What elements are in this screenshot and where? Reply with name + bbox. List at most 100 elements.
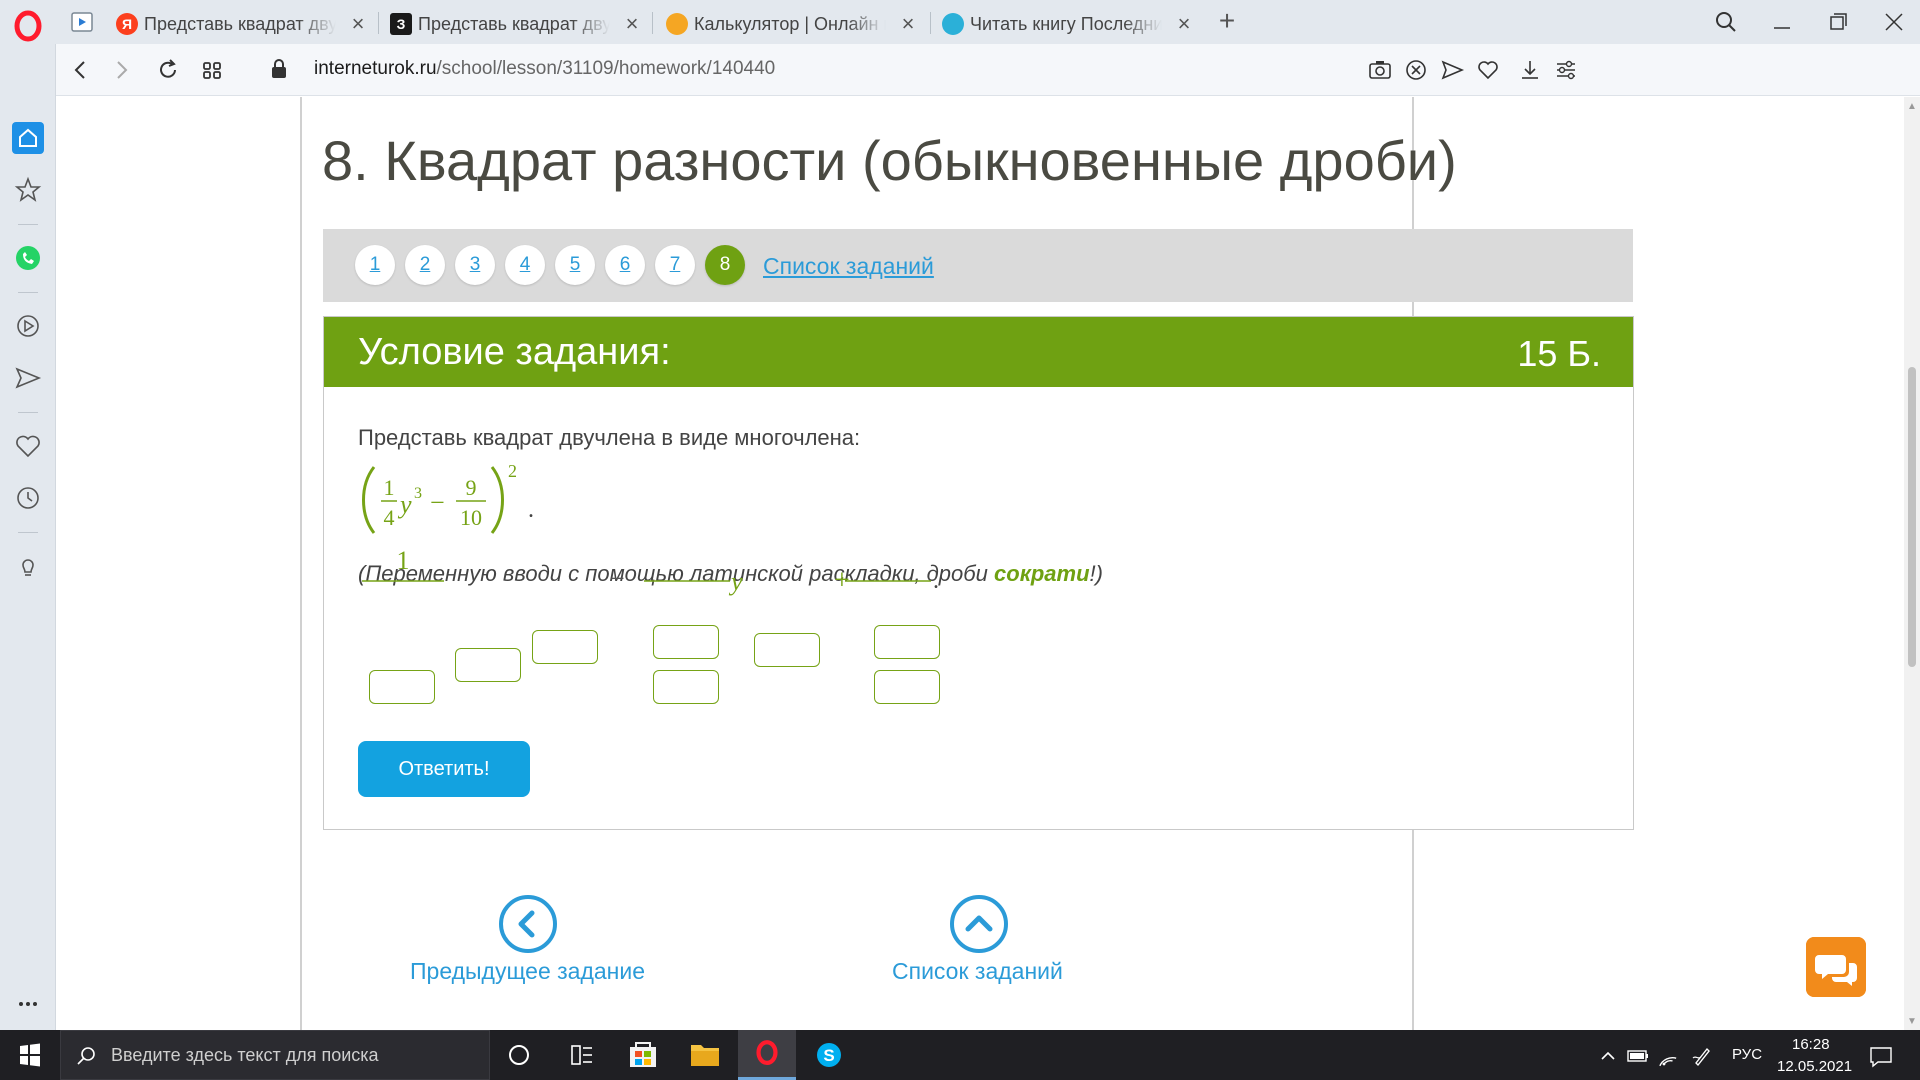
show-hidden-icons-chevron-icon[interactable] [1598, 1044, 1618, 1068]
tab-close-icon[interactable]: × [898, 11, 918, 37]
task-link-4[interactable]: 4 [505, 245, 545, 285]
close-window-icon[interactable] [1874, 8, 1914, 36]
back-icon[interactable] [64, 54, 96, 86]
hint-keyword: сократи [994, 561, 1090, 586]
answer-third-numerator-input[interactable] [874, 625, 940, 659]
znanija-favicon-icon: З [390, 13, 412, 35]
task-view-icon[interactable] [552, 1030, 610, 1080]
battery-icon[interactable] [1626, 1044, 1650, 1068]
previous-task-arrow-icon[interactable] [499, 895, 557, 953]
more-dots-icon[interactable] [12, 988, 44, 1020]
tab-calculator[interactable]: Калькулятор | Онлайн калькулятор × [666, 6, 918, 42]
task-list-up-arrow-icon[interactable] [950, 895, 1008, 953]
opera-logo-icon[interactable] [12, 10, 44, 42]
lightbulb-icon[interactable] [12, 550, 44, 582]
tab-title: Калькулятор | Онлайн калькулятор [694, 13, 886, 34]
snapshot-camera-icon[interactable] [1366, 56, 1394, 84]
url-field[interactable]: interneturok.ru/school/lesson/31109/home… [314, 58, 775, 80]
chat-bubble-icon[interactable] [1806, 937, 1866, 997]
lock-icon[interactable] [270, 58, 288, 80]
bottom-task-list-link[interactable]: Список заданий [892, 958, 1063, 985]
easy-setup-icon[interactable] [1552, 56, 1580, 84]
download-icon[interactable] [1516, 56, 1544, 84]
flow-send-icon[interactable] [12, 362, 44, 394]
previous-task-link[interactable]: Предыдущее задание [410, 958, 645, 985]
cortana-circle-icon[interactable] [490, 1030, 548, 1080]
reload-icon[interactable] [152, 54, 184, 86]
home-icon[interactable] [12, 122, 44, 154]
task-pagination: 1 2 3 4 5 6 7 8 Список заданий [323, 229, 1633, 302]
answer-dot: . [933, 580, 939, 594]
forward-icon[interactable] [106, 54, 138, 86]
pen-workspace-icon[interactable] [1690, 1044, 1714, 1068]
skype-icon[interactable]: S [800, 1030, 858, 1080]
windows-taskbar: Введите здесь текст для поиска S РУС 16:… [0, 1030, 1920, 1080]
new-tab-plus-icon[interactable]: + [1212, 6, 1242, 36]
book-favicon-icon [942, 13, 964, 35]
tab-yandex[interactable]: Я Представь квадрат двучлена × [116, 6, 368, 42]
task-link-7[interactable]: 7 [655, 245, 695, 285]
answer-variable-term-input[interactable] [455, 648, 521, 682]
restore-icon[interactable] [1818, 8, 1858, 36]
windows-start-icon[interactable] [0, 1030, 60, 1080]
answer-first-numerator: 1 [397, 546, 410, 575]
send-icon[interactable] [1438, 56, 1466, 84]
answer-first-denominator-input[interactable] [369, 670, 435, 704]
input-language-indicator[interactable]: РУС [1732, 1046, 1762, 1063]
answer-third-denominator-input[interactable] [874, 670, 940, 704]
task-link-6[interactable]: 6 [605, 245, 645, 285]
answer-first-power-input[interactable] [532, 630, 598, 664]
opera-sidebar [0, 44, 56, 1030]
task-statement: Представь квадрат двучлена в виде многоч… [358, 425, 861, 450]
task-list-link[interactable]: Список заданий [763, 253, 934, 280]
whatsapp-icon[interactable] [12, 242, 44, 274]
scrollbar-thumb[interactable] [1908, 367, 1916, 667]
submit-answer-button[interactable]: Ответить! [358, 741, 530, 797]
tab-title: Читать книгу Последний [970, 13, 1163, 34]
star-icon[interactable] [12, 174, 44, 206]
video-popout-icon[interactable] [70, 10, 94, 34]
tab-book[interactable]: Читать книгу Последний × [942, 6, 1194, 42]
url-domain: interneturok.ru [314, 58, 437, 79]
scroll-down-arrow-icon[interactable]: ▼ [1906, 1016, 1918, 1027]
condition-header: Условие задания: 15 Б. [324, 317, 1633, 387]
player-icon[interactable] [12, 310, 44, 342]
tab-title: Представь квадрат двучлена [144, 13, 337, 34]
answer-second-denominator-input[interactable] [653, 670, 719, 704]
notifications-icon[interactable] [1866, 1044, 1896, 1068]
opera-taskbar-icon[interactable] [738, 1030, 796, 1080]
minimize-icon[interactable] [1762, 8, 1802, 36]
task-link-3[interactable]: 3 [455, 245, 495, 285]
address-bar: interneturok.ru/school/lesson/31109/home… [56, 44, 1920, 96]
speed-dial-icon[interactable] [196, 54, 228, 86]
bookmark-heart-icon[interactable] [1474, 56, 1502, 84]
pinboard-heart-icon[interactable] [12, 430, 44, 462]
clock-time[interactable]: 16:28 [1792, 1036, 1830, 1053]
history-clock-icon[interactable] [12, 482, 44, 514]
wifi-icon[interactable] [1656, 1044, 1680, 1068]
tab-close-icon[interactable]: × [348, 11, 368, 37]
tab-close-icon[interactable]: × [622, 11, 642, 37]
microsoft-store-icon[interactable] [614, 1030, 672, 1080]
tab-znanija[interactable]: З Представь квадрат двучлена × [390, 6, 642, 42]
tab-close-icon[interactable]: × [1174, 11, 1194, 37]
tab-search-icon[interactable] [1706, 8, 1746, 36]
url-path: /school/lesson/31109/homework/140440 [436, 58, 776, 79]
hint-text-end: !) [1089, 561, 1103, 586]
clock-date[interactable]: 12.05.2021 [1777, 1058, 1852, 1075]
adblock-icon[interactable] [1402, 56, 1430, 84]
task-link-1[interactable]: 1 [355, 245, 395, 285]
page-scrollbar[interactable]: ▲ ▼ [1904, 97, 1920, 1030]
file-explorer-icon[interactable] [676, 1030, 734, 1080]
task-link-5[interactable]: 5 [555, 245, 595, 285]
task-link-8-active[interactable]: 8 [705, 245, 745, 285]
lesson-title: 8. Квадрат разности (обыкновенные дроби) [322, 129, 1457, 192]
svg-text:S: S [823, 1046, 834, 1065]
taskbar-search-box[interactable]: Введите здесь текст для поиска [60, 1030, 490, 1080]
task-link-2[interactable]: 2 [405, 245, 445, 285]
scroll-up-arrow-icon[interactable]: ▲ [1906, 101, 1918, 112]
answer-second-power-input[interactable] [754, 633, 820, 667]
coef-numerator: 1 [384, 475, 395, 500]
answer-second-numerator-input[interactable] [653, 625, 719, 659]
browser-tab-strip: Я Представь квадрат двучлена × З Предста… [0, 0, 1920, 44]
